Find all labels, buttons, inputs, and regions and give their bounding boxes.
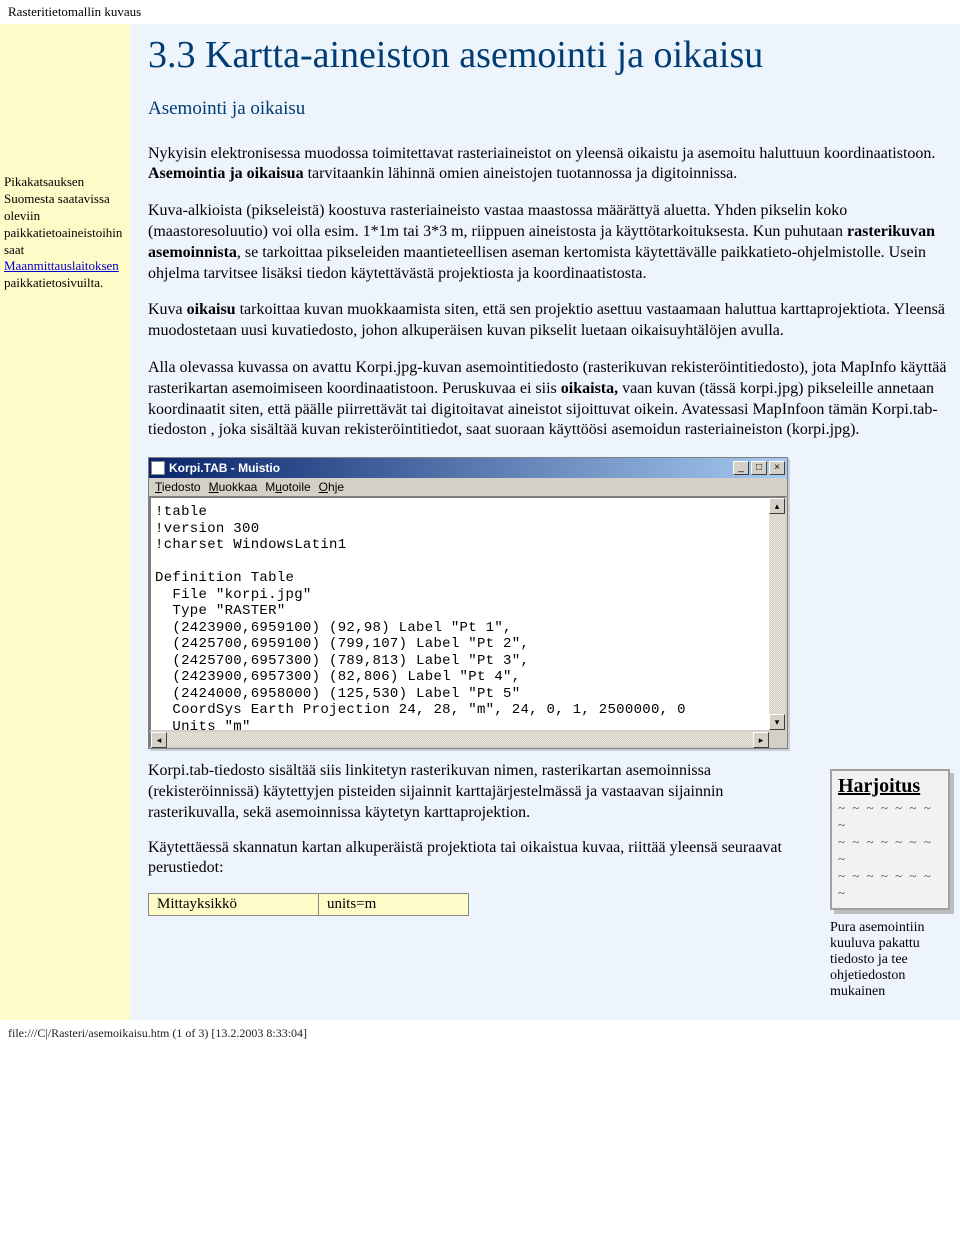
hscroll-track[interactable] (167, 732, 753, 746)
table-cell-label: Mittayksikkö (149, 894, 319, 916)
minimize-button[interactable]: _ (733, 461, 749, 475)
harjoitus-badge: Harjoitus ~ ~ ~ ~ ~ ~ ~ ~ ~ ~ ~ ~ ~ ~ ~ … (830, 769, 950, 909)
p1-text-c: tarvitaankin lähinnä omien aineistojen t… (304, 165, 738, 182)
sidebar-intro: Pikakatsauksen Suomesta saatavissa olevi… (4, 174, 122, 257)
notepad-screenshot: Korpi.TAB - Muistio _ □ × Tiedosto Muokk… (148, 457, 950, 749)
bottom-row: Korpi.tab-tiedosto sisältää siis linkite… (148, 761, 950, 999)
scroll-down-icon[interactable]: ▾ (769, 714, 785, 730)
sidebar-outro: paikkatietosivuilta. (4, 275, 103, 290)
paragraph-4: Alla olevassa kuvassa on avattu Korpi.jp… (148, 358, 950, 441)
close-button[interactable]: × (769, 461, 785, 475)
notepad-body: !table !version 300 !charset WindowsLati… (149, 496, 787, 732)
page-title: 3.3 Kartta-aineiston asemointi ja oikais… (148, 34, 950, 78)
paragraph-3: Kuva oikaisu tarkoittaa kuvan muokkaamis… (148, 300, 950, 342)
sidebar: Pikakatsauksen Suomesta saatavissa olevi… (0, 24, 130, 1020)
main-content: 3.3 Kartta-aineiston asemointi ja oikais… (130, 24, 960, 1020)
harjoitus-title: Harjoitus (838, 775, 946, 798)
notepad-window: Korpi.TAB - Muistio _ □ × Tiedosto Muokk… (148, 457, 788, 749)
paragraph-6: Käytettäessä skannatun kartan alkuperäis… (148, 838, 816, 880)
bottom-left-column: Korpi.tab-tiedosto sisältää siis linkite… (148, 761, 816, 916)
paragraph-2: Kuva-alkioista (pikseleistä) koostuva ra… (148, 201, 950, 284)
tilde-row: ~ ~ ~ ~ ~ ~ ~ ~ (838, 868, 933, 900)
table-cell-value: units=m (319, 894, 469, 916)
scroll-right-icon[interactable]: ▸ (753, 732, 769, 748)
scroll-track[interactable] (769, 514, 785, 714)
harjoitus-text: Pura asemointiin kuuluva pakattu tiedost… (830, 920, 950, 1000)
p1-text-a: Nykyisin elektronisessa muodossa toimite… (148, 145, 935, 162)
notepad-menubar: Tiedosto Muokkaa Muotoile Ohje (149, 478, 787, 496)
p3-bold: oikaisu (187, 301, 236, 318)
menu-file[interactable]: Tiedosto (155, 480, 201, 494)
p4-bold: oikaista, (561, 380, 618, 397)
scroll-corner (769, 732, 785, 746)
maximize-button[interactable]: □ (751, 461, 767, 475)
tilde-row: ~ ~ ~ ~ ~ ~ ~ ~ (838, 800, 933, 832)
content-layout: Pikakatsauksen Suomesta saatavissa olevi… (0, 24, 960, 1020)
scroll-up-icon[interactable]: ▴ (769, 498, 785, 514)
notepad-icon (151, 461, 165, 475)
horizontal-scrollbar[interactable]: ◂ ▸ (149, 732, 787, 748)
units-table: Mittayksikkö units=m (148, 893, 469, 916)
footer-path: file:///C|/Rasteri/asemoikaisu.htm (1 of… (0, 1020, 960, 1047)
p1-bold: Asemointia ja oikaisua (148, 165, 304, 182)
notepad-titlebar: Korpi.TAB - Muistio _ □ × (149, 458, 787, 478)
menu-help[interactable]: Ohje (319, 480, 344, 494)
p3-text-a: Kuva (148, 301, 187, 318)
page-header: Rasteritietomallin kuvaus (0, 0, 960, 24)
vertical-scrollbar[interactable]: ▴ ▾ (769, 498, 785, 730)
sidebar-link[interactable]: Maanmittauslaitoksen (4, 258, 119, 273)
window-controls: _ □ × (733, 461, 785, 475)
paragraph-1: Nykyisin elektronisessa muodossa toimite… (148, 144, 950, 186)
tilde-row: ~ ~ ~ ~ ~ ~ ~ ~ (838, 834, 933, 866)
p2-text-a: Kuva-alkioista (pikseleistä) koostuva ra… (148, 202, 847, 240)
notepad-text-content[interactable]: !table !version 300 !charset WindowsLati… (151, 498, 769, 730)
p2-text-c: , se tarkoittaa pikseleiden maantieteell… (148, 244, 926, 282)
menu-format[interactable]: Muotoile (265, 480, 310, 494)
page-subtitle: Asemointi ja oikaisu (148, 98, 950, 120)
notepad-title-text: Korpi.TAB - Muistio (169, 461, 733, 475)
tildes-decoration: ~ ~ ~ ~ ~ ~ ~ ~ ~ ~ ~ ~ ~ ~ ~ ~ ~ ~ ~ ~ … (838, 800, 946, 901)
menu-edit[interactable]: Muokkaa (209, 480, 258, 494)
paragraph-5: Korpi.tab-tiedosto sisältää siis linkite… (148, 761, 816, 823)
harjoitus-aside: Harjoitus ~ ~ ~ ~ ~ ~ ~ ~ ~ ~ ~ ~ ~ ~ ~ … (830, 769, 950, 999)
p3-text-c: tarkoittaa kuvan muokkaamista siten, ett… (148, 301, 945, 339)
table-row: Mittayksikkö units=m (149, 894, 469, 916)
scroll-left-icon[interactable]: ◂ (151, 732, 167, 748)
